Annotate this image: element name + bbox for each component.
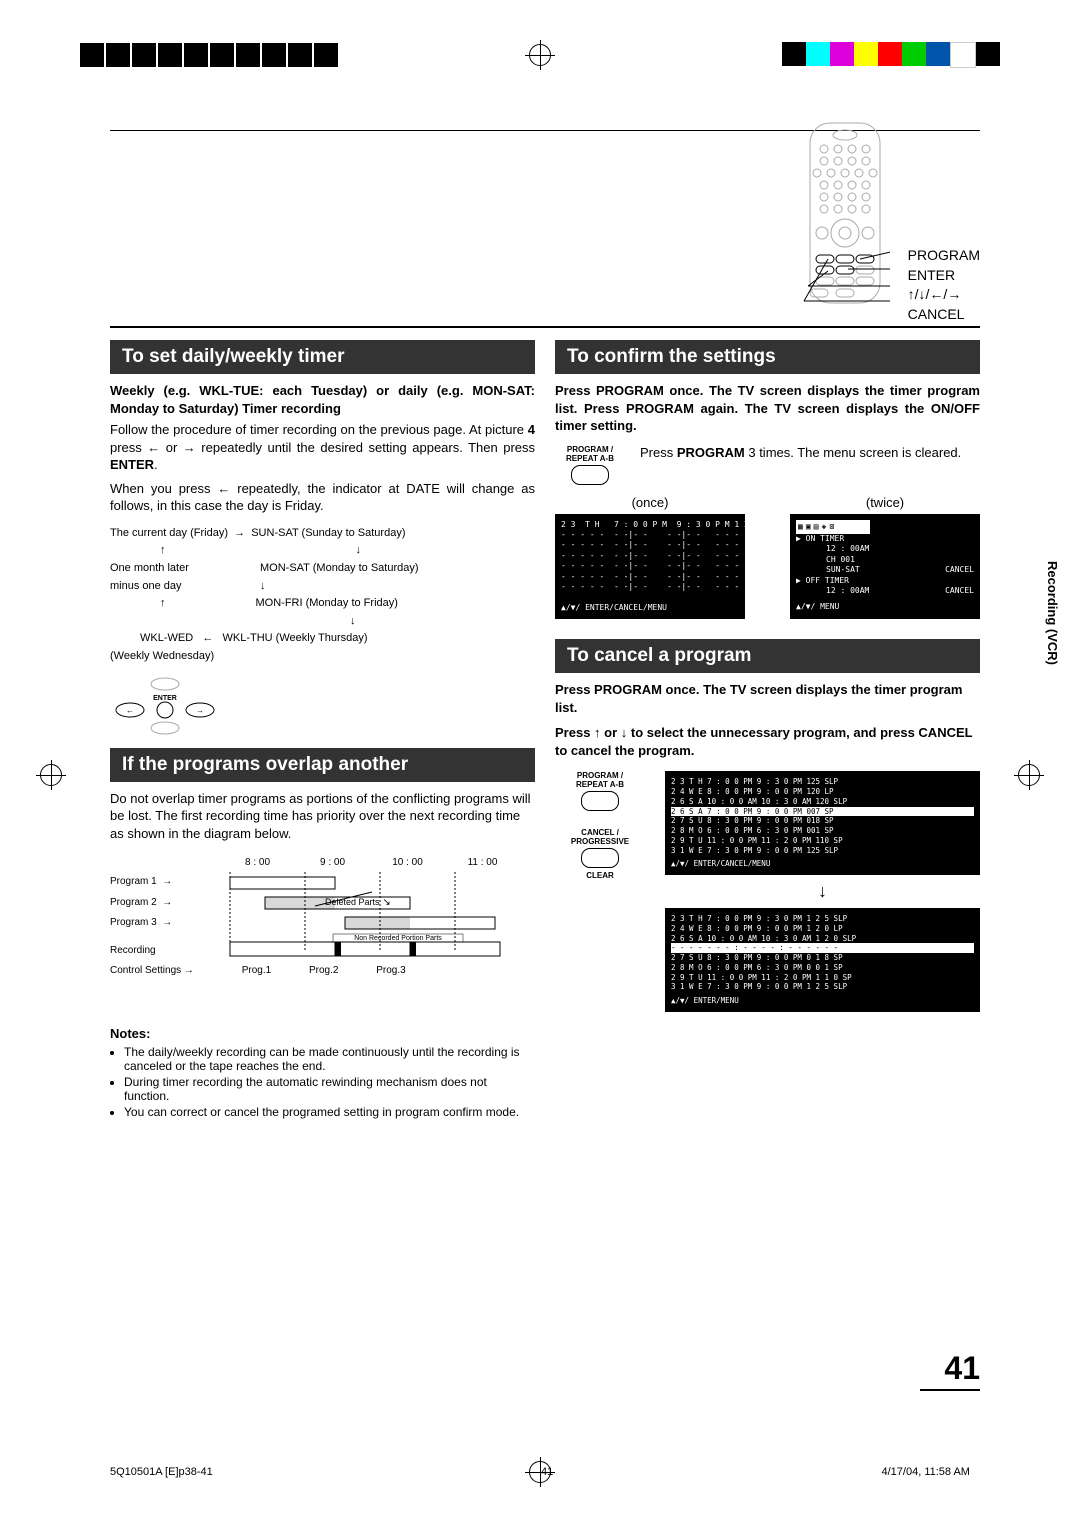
- date-cycle-diagram: The current day (Friday) → SUN-SAT (Sund…: [110, 525, 535, 666]
- remote-illustration: PROGRAM ENTER ↑/↓/←/→ CANCEL: [630, 121, 980, 311]
- arrow-down-icon: ↓: [665, 881, 980, 902]
- heading-overlap: If the programs overlap another: [110, 748, 535, 782]
- registration-mark-right-icon: [1018, 764, 1040, 786]
- page-number: 41: [920, 1350, 980, 1391]
- registration-mark-icon: [529, 44, 551, 66]
- footer-filename: 5Q10501A [E]p38-41: [110, 1466, 213, 1478]
- note-3: You can correct or cancel the programed …: [124, 1105, 535, 1119]
- confirm-instruction: Press PROGRAM once. The TV screen displa…: [555, 382, 980, 435]
- note-2: During timer recording the automatic rew…: [124, 1075, 535, 1103]
- registration-mark-bottom-icon: [529, 1461, 551, 1483]
- remote-outline-icon: [800, 121, 890, 306]
- program-button-icon: PROGRAM / REPEAT A-B: [555, 445, 625, 487]
- manual-page: PROGRAM ENTER ↑/↓/←/→ CANCEL To set dail…: [110, 130, 980, 1391]
- registration-mark-left-icon: [40, 764, 62, 786]
- label-program: PROGRAM: [908, 246, 980, 266]
- cancel-p2: Press ↑ or ↓ to select the unnecessary p…: [555, 724, 980, 759]
- overlap-text: Do not overlap timer programs as portion…: [110, 790, 535, 843]
- side-tab-label: Recording (VCR): [1045, 561, 1060, 665]
- clear-menu-text: Press PROGRAM 3 times. The menu screen i…: [640, 445, 980, 460]
- cancel-screens: 2 3 T H 7 : 0 0 PM 9 : 3 0 PM 125 SLP 2 …: [665, 771, 980, 1012]
- screen-twice: (twice) ▦▣▤◈⊠ ▶ ON TIMER 12 : 00AM CH 00…: [790, 495, 980, 620]
- svg-text:→: →: [196, 706, 204, 715]
- note-1: The daily/weekly recording can be made c…: [124, 1045, 535, 1073]
- notes-section: Notes: The daily/weekly recording can be…: [110, 1026, 535, 1119]
- svg-text:Non Recorded Portion Parts: Non Recorded Portion Parts: [354, 935, 442, 942]
- label-cancel: CANCEL: [908, 305, 980, 325]
- footer-timestamp: 4/17/04, 11:58 AM: [882, 1466, 970, 1478]
- label-arrows: ↑/↓/←/→: [908, 285, 980, 305]
- cancel-buttons-column: PROGRAM / REPEAT A-B CANCEL / PROGRESSIV…: [555, 771, 645, 1012]
- screen-once: (once) 2 3 T H 7 : 0 0 P M 9 : 3 0 P M 1…: [555, 495, 745, 620]
- cancel-p1: Press PROGRAM once. The TV screen displa…: [555, 681, 980, 716]
- registration-bars: [80, 43, 338, 67]
- enter-button-diagram: ENTER ← →: [110, 676, 535, 736]
- crop-marks-top: [80, 40, 1000, 70]
- svg-text:←: ←: [126, 706, 134, 715]
- color-calibration-bars: [782, 42, 1000, 68]
- label-enter: ENTER: [908, 266, 980, 286]
- left-column: To set daily/weekly timer Weekly (e.g. W…: [110, 328, 535, 1123]
- timer-note: When you press ← repeatedly, the indicat…: [110, 480, 535, 515]
- heading-cancel: To cancel a program: [555, 639, 980, 673]
- heading-set-timer: To set daily/weekly timer: [110, 340, 535, 374]
- right-column: To confirm the settings Press PROGRAM on…: [555, 328, 980, 1123]
- heading-confirm: To confirm the settings: [555, 340, 980, 374]
- svg-text:ENTER: ENTER: [153, 695, 177, 702]
- timer-instruction: Follow the procedure of timer recording …: [110, 421, 535, 474]
- remote-key-labels: PROGRAM ENTER ↑/↓/←/→ CANCEL: [908, 246, 980, 324]
- timer-subtitle: Weekly (e.g. WKL-TUE: each Tuesday) or d…: [110, 382, 535, 417]
